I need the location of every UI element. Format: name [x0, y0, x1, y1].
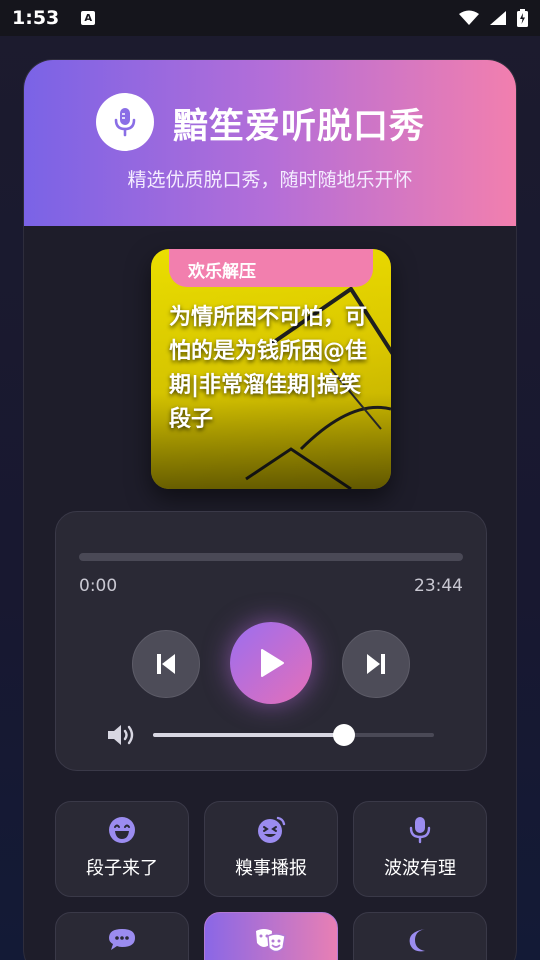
wifi-icon — [459, 10, 479, 25]
skip-previous-icon — [157, 654, 175, 674]
player-panel: 0:00 23:44 — [55, 511, 487, 771]
notification-icon: A — [81, 11, 96, 25]
play-icon — [261, 649, 284, 677]
cover-tag: 欢乐解压 — [169, 249, 373, 287]
microphone-icon — [114, 108, 136, 137]
category-label: 波波有理 — [384, 858, 456, 879]
status-bar: 1:53 A — [0, 0, 540, 36]
volume-icon[interactable] — [106, 722, 140, 748]
microphone-icon — [409, 817, 431, 844]
app-header: 黯笙爱听脱口秀 精选优质脱口秀，随时随地乐开怀 — [24, 60, 516, 226]
volume-slider[interactable] — [153, 724, 434, 746]
category-night[interactable] — [353, 912, 487, 960]
status-time: 1:53 — [12, 7, 60, 29]
category-theater[interactable] — [204, 912, 338, 960]
skip-next-icon — [367, 654, 385, 674]
app-subtitle: 精选优质脱口秀，随时随地乐开怀 — [127, 169, 413, 191]
category-label: 段子来了 — [86, 858, 158, 879]
album-cover[interactable]: 欢乐解压 为情所困不可怕，可怕的是为钱所困@佳期|非常溜佳期|搞笑段子 — [151, 249, 391, 489]
progress-bar[interactable] — [79, 553, 463, 561]
next-button[interactable] — [342, 630, 410, 698]
laugh-icon — [109, 817, 135, 843]
category-bobo[interactable]: 波波有理 — [353, 801, 487, 897]
volume-fill — [153, 733, 345, 737]
theater-masks-icon — [256, 929, 286, 953]
chat-bubble-icon — [109, 929, 135, 950]
status-right-icons — [459, 9, 528, 27]
category-chat[interactable] — [55, 912, 189, 960]
previous-button[interactable] — [132, 630, 200, 698]
cover-title: 为情所困不可怕，可怕的是为钱所困@佳期|非常溜佳期|搞笑段子 — [169, 305, 368, 432]
grin-squint-icon — [258, 816, 286, 843]
play-button[interactable] — [230, 622, 312, 704]
moon-icon — [409, 929, 425, 952]
category-duanzi[interactable]: 段子来了 — [55, 801, 189, 897]
category-qiushi[interactable]: 糗事播报 — [204, 801, 338, 897]
category-label: 糗事播报 — [235, 858, 307, 879]
app-title: 黯笙爱听脱口秀 — [173, 107, 426, 147]
current-time: 0:00 — [79, 576, 118, 596]
app-logo — [96, 93, 154, 151]
battery-icon — [517, 9, 528, 27]
main-card: 黯笙爱听脱口秀 精选优质脱口秀，随时随地乐开怀 欢乐解压 为情所困不可怕，可怕的… — [23, 59, 517, 960]
volume-thumb[interactable] — [333, 724, 356, 746]
signal-icon — [490, 11, 506, 25]
total-time: 23:44 — [414, 576, 463, 596]
